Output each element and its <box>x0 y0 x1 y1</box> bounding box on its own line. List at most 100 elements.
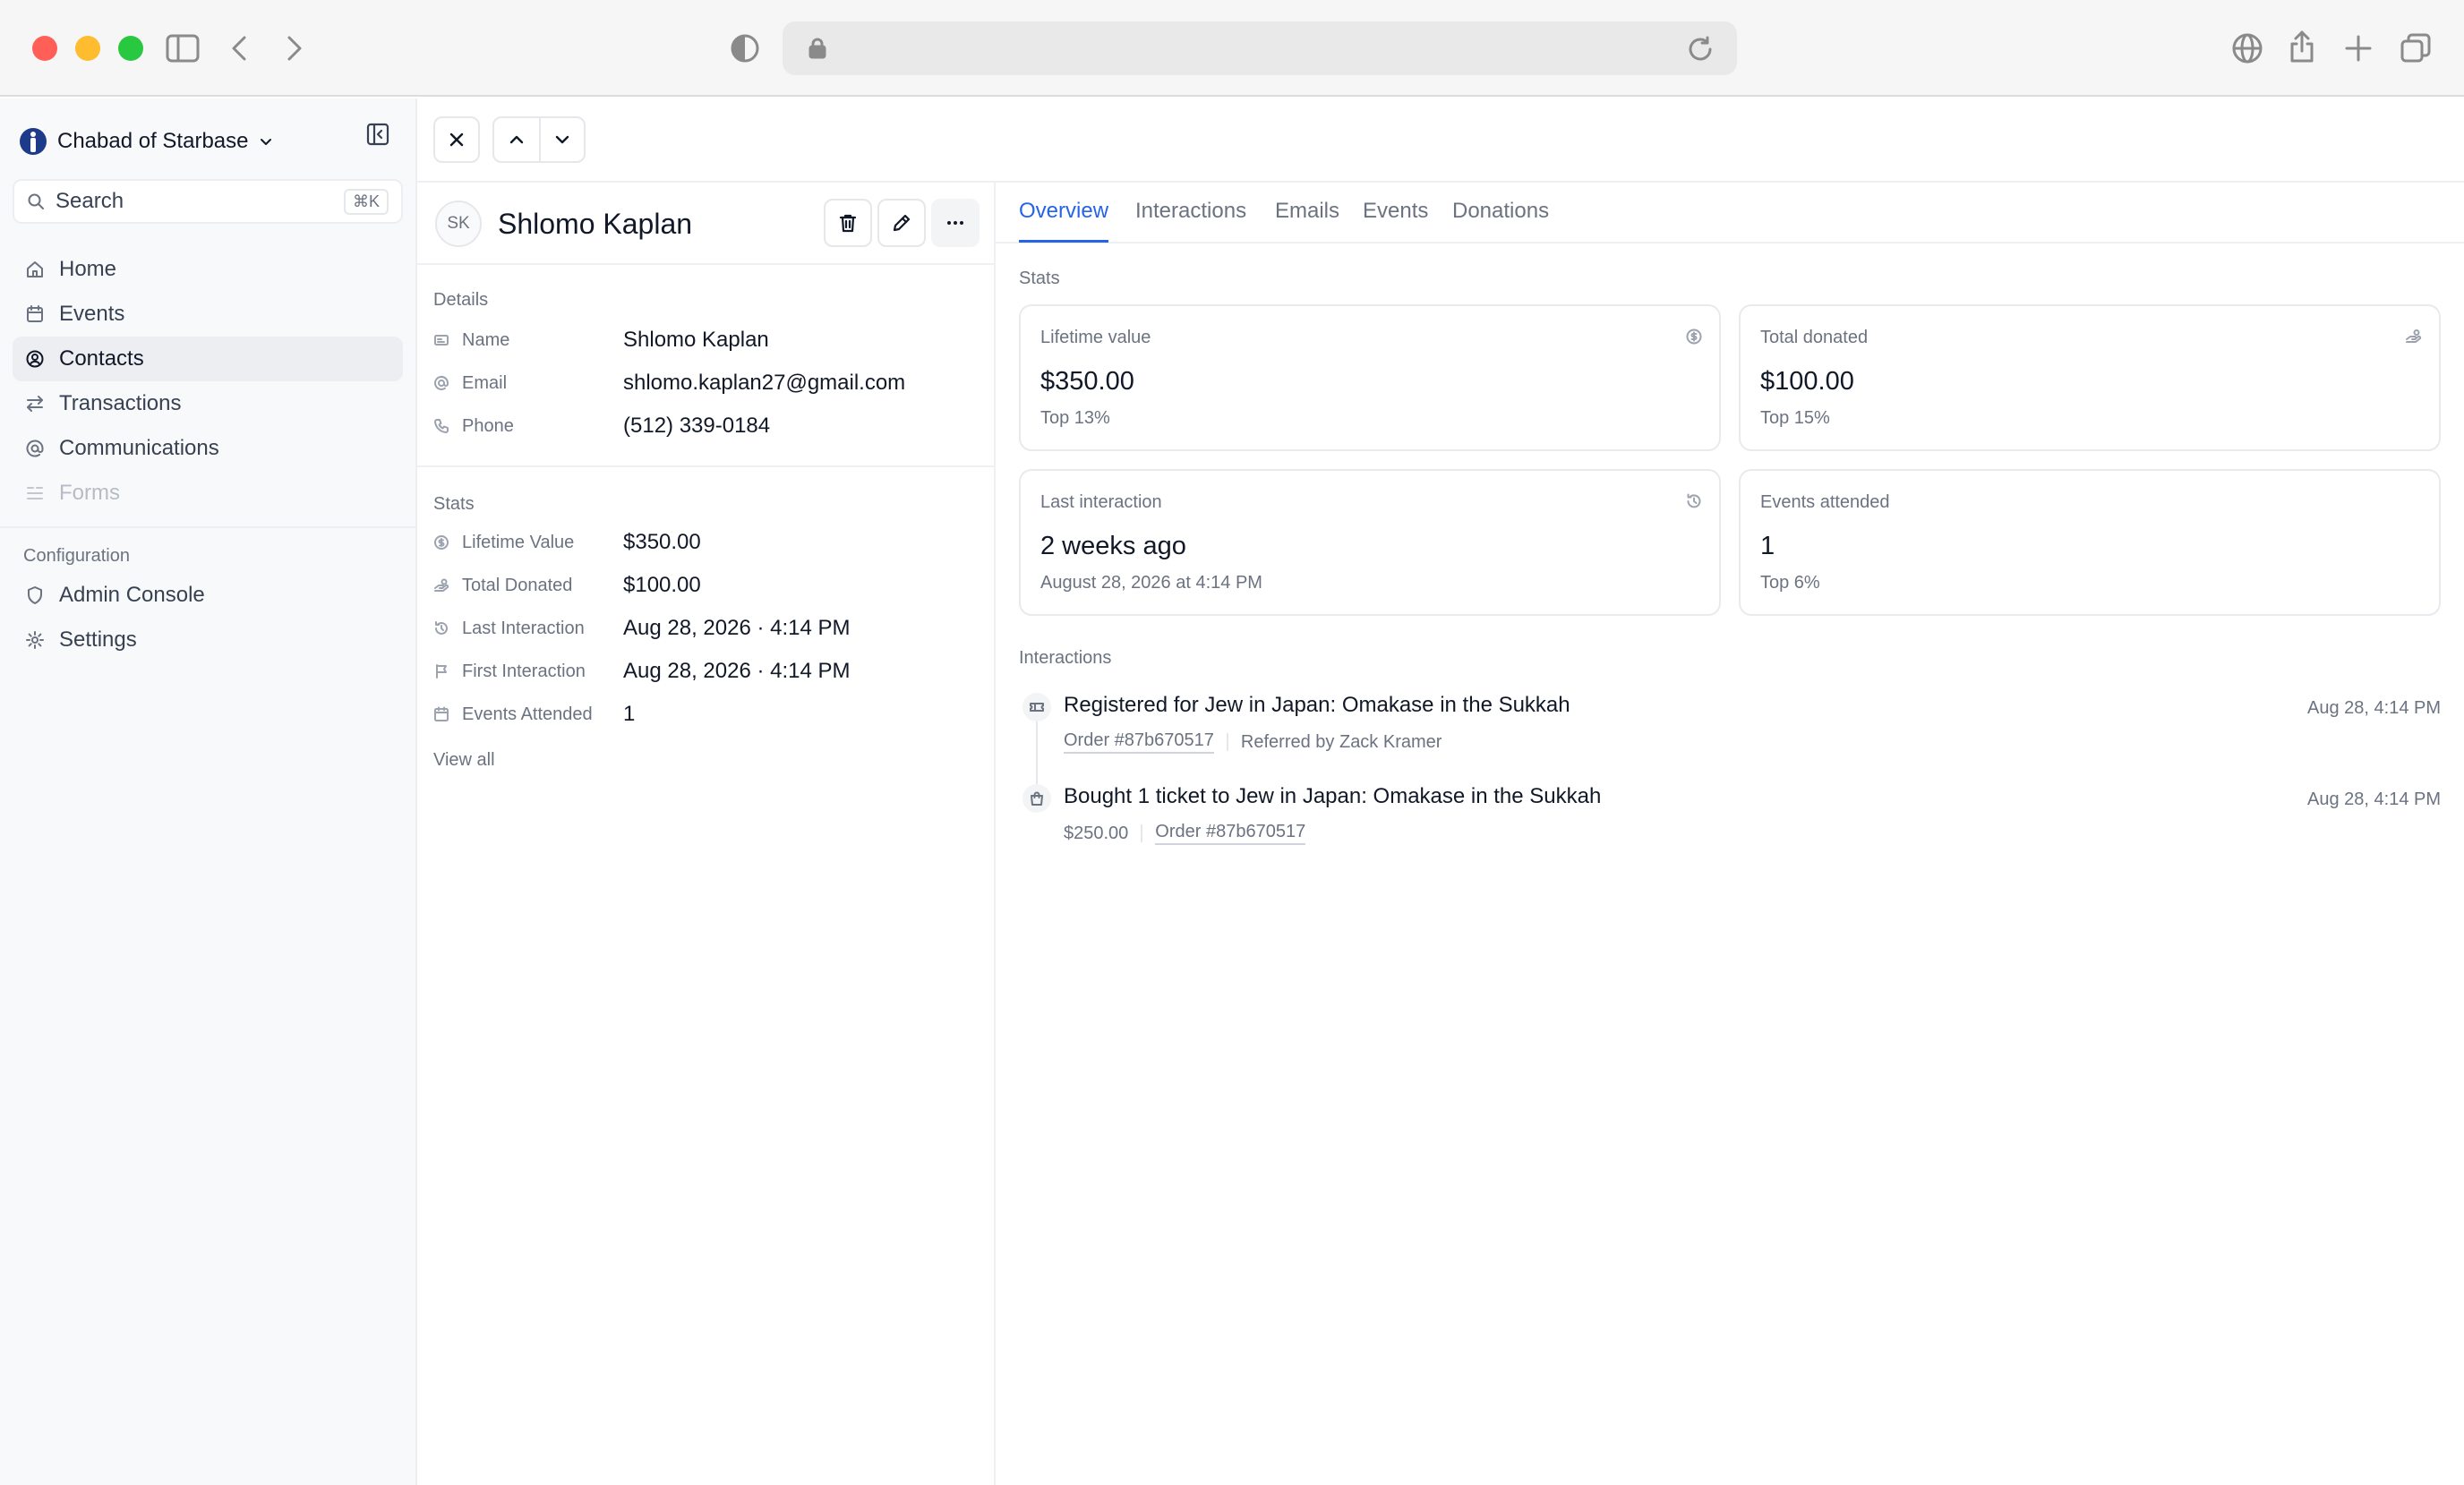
new-tab-icon[interactable] <box>2342 32 2374 64</box>
card-value: $350.00 <box>1040 367 1134 396</box>
sidebar-item-admin-console[interactable]: Admin Console <box>13 573 403 618</box>
card-value: $100.00 <box>1760 367 1854 396</box>
tab-interactions[interactable]: Interactions <box>1135 199 1246 240</box>
close-icon <box>449 132 464 147</box>
stat-row-first-interaction: First Interaction Aug 28, 2026 · 4:14 PM <box>433 653 988 689</box>
sidebar-item-label: Admin Console <box>59 583 205 607</box>
amount-text: $250.00 <box>1064 823 1129 843</box>
contact-details-panel: SK Shlomo Kaplan Details Name Shlomo Kap… <box>417 183 996 1485</box>
org-name: Chabad of Starbase <box>57 129 249 153</box>
tab-emails[interactable]: Emails <box>1275 199 1339 240</box>
tab-donations[interactable]: Donations <box>1452 199 1549 240</box>
details-heading: Details <box>433 290 489 310</box>
close-window-button[interactable] <box>32 36 57 61</box>
close-record-button[interactable] <box>433 116 480 163</box>
overview-stats-heading: Stats <box>1019 269 1060 288</box>
share-icon[interactable] <box>2287 29 2317 64</box>
stat-label: Lifetime Value <box>462 532 575 552</box>
chevron-down-icon <box>261 139 272 145</box>
reader-mode-icon[interactable] <box>729 32 761 64</box>
flag-icon <box>436 664 447 678</box>
interaction-meta: Order #87b670517 Referred by Zack Kramer <box>1064 730 1442 754</box>
history-icon <box>435 621 448 635</box>
stats-heading: Stats <box>433 494 475 514</box>
sidebar-item-contacts[interactable]: Contacts <box>13 337 403 381</box>
hand-coins-icon <box>2405 328 2423 346</box>
stat-row-last-interaction: Last Interaction Aug 28, 2026 · 4:14 PM <box>433 610 988 646</box>
previous-record-button[interactable] <box>494 118 539 161</box>
detail-label: Name <box>462 329 510 350</box>
timeline-connector <box>1036 721 1038 784</box>
sidebar-item-communications[interactable]: Communications <box>13 426 403 471</box>
contact-header: SK Shlomo Kaplan <box>417 183 994 265</box>
main-nav: Home Events Contacts Transactions Commun… <box>13 247 403 516</box>
stat-label: First Interaction <box>462 661 586 681</box>
record-navigation <box>492 116 586 163</box>
org-logo <box>20 128 47 155</box>
minimize-window-button[interactable] <box>75 36 100 61</box>
sidebar-item-label: Settings <box>59 627 137 652</box>
stat-label: Events Attended <box>462 704 593 724</box>
sidebar-item-label: Forms <box>59 481 120 505</box>
sidebar-item-label: Home <box>59 257 117 281</box>
card-value: 1 <box>1760 532 1775 560</box>
chevron-up-icon <box>509 135 524 144</box>
order-link[interactable]: Order #87b670517 <box>1064 730 1214 754</box>
trash-icon <box>839 214 857 233</box>
tab-overview[interactable]: Overview <box>1019 199 1109 243</box>
sidebar-item-settings[interactable]: Settings <box>13 618 403 662</box>
email-value[interactable]: shlomo.kaplan27@gmail.com <box>623 371 905 396</box>
meta-separator <box>1141 824 1143 842</box>
card-subtext: Top 13% <box>1040 408 1110 428</box>
stat-value: $350.00 <box>623 530 701 554</box>
gear-icon <box>26 631 44 649</box>
phone-value[interactable]: (512) 339-0184 <box>623 414 770 439</box>
more-actions-button[interactable] <box>931 199 980 247</box>
forward-arrow-icon[interactable] <box>281 32 308 64</box>
hand-coins-icon <box>434 578 449 592</box>
detail-row-email: Email shlomo.kaplan27@gmail.com <box>433 365 988 401</box>
stat-row-lifetime-value: Lifetime Value $350.00 <box>433 525 988 560</box>
sidebar-item-home[interactable]: Home <box>13 247 403 292</box>
sidebar-item-forms[interactable]: Forms <box>13 471 403 516</box>
contact-name: Shlomo Kaplan <box>498 208 693 240</box>
interaction-timestamp: Aug 28, 4:14 PM <box>2307 789 2441 809</box>
view-all-link[interactable]: View all <box>433 750 495 771</box>
stat-label: Last Interaction <box>462 618 585 638</box>
collapse-sidebar-button[interactable] <box>365 122 394 150</box>
stat-value: $100.00 <box>623 573 701 597</box>
reload-icon[interactable] <box>1685 34 1715 64</box>
card-label: Lifetime value <box>1040 328 1151 347</box>
next-record-button[interactable] <box>539 118 584 161</box>
sidebar: Chabad of Starbase Search ⌘K Home Events… <box>0 98 417 1485</box>
address-bar[interactable] <box>783 21 1737 75</box>
chevron-down-icon <box>555 135 569 144</box>
sidebar-item-transactions[interactable]: Transactions <box>13 381 403 426</box>
stat-card-total-donated: Total donated $100.00 Top 15% <box>1739 304 2441 451</box>
sidebar-item-label: Events <box>59 302 125 326</box>
interaction-title[interactable]: Registered for Jew in Japan: Omakase in … <box>1064 693 1570 718</box>
org-switcher[interactable]: Chabad of Starbase <box>20 118 273 165</box>
avatar: SK <box>435 201 482 247</box>
card-subtext: August 28, 2026 at 4:14 PM <box>1040 573 1262 593</box>
order-link[interactable]: Order #87b670517 <box>1155 822 1306 845</box>
pencil-icon <box>893 214 911 232</box>
translate-globe-icon[interactable] <box>2229 30 2265 66</box>
form-icon <box>27 487 43 499</box>
tab-overview-icon[interactable] <box>2398 30 2434 66</box>
tab-events[interactable]: Events <box>1363 199 1428 240</box>
stat-label: Total Donated <box>462 575 573 595</box>
search-input[interactable]: Search ⌘K <box>13 179 403 224</box>
interaction-title[interactable]: Bought 1 ticket to Jew in Japan: Omakase… <box>1064 784 1601 809</box>
delete-button[interactable] <box>824 199 872 247</box>
zoom-window-button[interactable] <box>118 36 143 61</box>
sidebar-item-events[interactable]: Events <box>13 292 403 337</box>
sidebar-item-label: Transactions <box>59 391 182 415</box>
interaction-timestamp: Aug 28, 4:14 PM <box>2307 698 2441 718</box>
sidebar-toggle-icon[interactable] <box>165 32 201 64</box>
back-arrow-icon[interactable] <box>226 32 252 64</box>
calendar-icon <box>27 305 43 322</box>
shield-icon <box>28 586 42 604</box>
search-placeholder: Search <box>56 189 124 213</box>
edit-button[interactable] <box>877 199 926 247</box>
